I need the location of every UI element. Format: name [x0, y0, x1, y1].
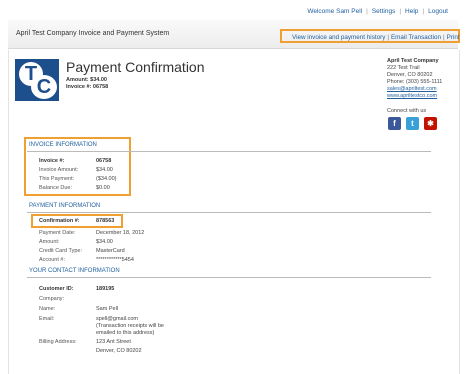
view-history-link[interactable]: View invoice and payment history [292, 34, 385, 41]
name-value: Sam Pell [96, 306, 119, 312]
app-title: April Test Company Invoice and Payment S… [16, 30, 170, 37]
action-links: View invoice and payment history | Email T… [292, 34, 460, 41]
welcome-text: Welcome Sam Pell [307, 8, 363, 15]
invoice-line: Invoice #: 06758 [66, 84, 109, 90]
balance-due-label: Balance Due: [39, 185, 73, 191]
contact-section-title: YOUR CONTACT INFORMATION [29, 268, 120, 274]
amount-line: Amount: $34.00 [66, 77, 107, 83]
settings-link[interactable]: Settings [372, 8, 396, 15]
email-note-line2: emailed to this address) [96, 330, 155, 336]
logout-link[interactable]: Logout [428, 8, 448, 15]
invoice-amount-value: $34.00 [96, 167, 113, 173]
amount-value: $34.00 [96, 239, 113, 245]
yelp-icon[interactable]: ✱ [424, 117, 437, 130]
payment-date-label: Payment Date: [39, 230, 76, 236]
top-nav: Welcome Sam Pell | Settings | Help | Logout [307, 8, 448, 15]
name-label: Name: [39, 306, 56, 312]
email-value: spell@gmail.com [96, 316, 138, 322]
company-phone: Phone: (303) 555-1111 [387, 79, 443, 85]
company-email-link[interactable]: sales@apriltest.com [387, 86, 437, 92]
logo-letter-c: C [31, 75, 57, 99]
connect-label: Connect with us [387, 108, 427, 114]
account-number-label: Account #: [39, 257, 65, 263]
email-label: Email: [39, 316, 55, 322]
customer-id-label: Customer ID: [39, 286, 74, 292]
company-label: Company: [39, 296, 65, 302]
company-info: April Test Company 222 Test Trail Denver… [387, 58, 442, 100]
confirmation-label: Confirmation #: [39, 218, 80, 224]
twitter-icon[interactable]: t [406, 117, 419, 130]
card-type-value: MasterCard [96, 248, 125, 254]
this-payment-value: ($34.00) [96, 176, 117, 182]
company-website-link[interactable]: www.apriltestco.com [387, 93, 437, 99]
billing-address-line1: 123 Ant Street [96, 339, 131, 345]
page-title: Payment Confirmation [66, 59, 205, 75]
company-name: April Test Company [387, 58, 439, 64]
invoice-number-label: Invoice #: [39, 158, 65, 164]
amount-label: Amount: [39, 239, 60, 245]
email-note-line1: (Transaction receipts will be [96, 323, 164, 329]
header-bar: April Test Company Invoice and Payment S… [8, 20, 460, 49]
confirmation-value: 878563 [96, 218, 115, 224]
invoice-section-title: INVOICE INFORMATION [29, 142, 97, 148]
balance-due-value: $0.00 [96, 185, 110, 191]
divider [27, 151, 431, 152]
divider [27, 212, 431, 213]
invoice-amount-label: Invoice Amount: [39, 167, 79, 173]
email-transaction-link[interactable]: Email Transaction [391, 34, 441, 41]
invoice-number-value: 06758 [96, 158, 112, 164]
billing-address-label: Billing Address: [39, 339, 77, 345]
facebook-icon[interactable]: f [388, 117, 401, 130]
company-city: Denver, CO 80202 [387, 72, 433, 78]
this-payment-label: This Payment: [39, 176, 75, 182]
billing-address-line2: Denver, CO 80202 [96, 348, 142, 354]
help-link[interactable]: Help [405, 8, 418, 15]
payment-date-value: December 18, 2012 [96, 230, 145, 236]
card-type-label: Credit Card Type: [39, 248, 83, 254]
customer-id-value: 189195 [96, 286, 115, 292]
account-number-value: ************5454 [96, 257, 134, 263]
divider [27, 277, 431, 278]
company-logo: T C [15, 59, 59, 101]
payment-section-title: PAYMENT INFORMATION [29, 203, 101, 209]
company-street: 222 Test Trail [387, 65, 420, 71]
print-link[interactable]: Print [447, 34, 460, 41]
